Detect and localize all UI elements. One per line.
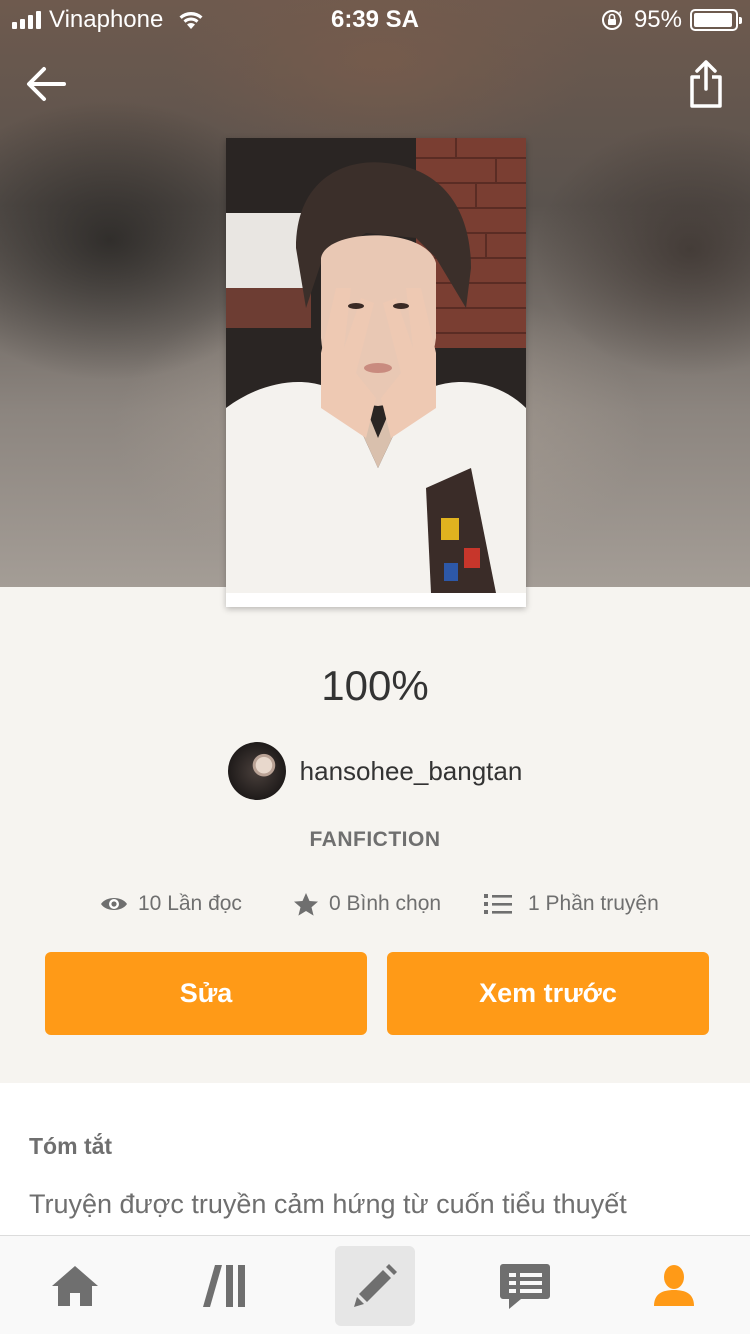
votes-stat: 0 Bình chọn	[293, 888, 441, 920]
reads-count: 10 Lần đọc	[138, 892, 242, 915]
tab-write[interactable]	[335, 1246, 415, 1326]
tab-messages[interactable]	[485, 1246, 565, 1326]
signal-icon	[12, 11, 41, 29]
back-button[interactable]	[18, 56, 74, 112]
carrier-name: Vinaphone	[49, 6, 164, 33]
reads-stat: 10 Lần đọc	[100, 888, 242, 920]
story-stats: 10 Lần đọc 0 Bình chọn 1 Phần truyện	[100, 888, 700, 920]
tab-library[interactable]	[186, 1246, 266, 1326]
star-icon	[294, 892, 318, 916]
votes-count: 0 Bình chọn	[329, 892, 442, 915]
battery-icon	[690, 9, 742, 31]
preview-button[interactable]: Xem trước	[387, 952, 709, 1035]
messages-icon	[500, 1264, 550, 1309]
tab-profile[interactable]	[634, 1246, 714, 1326]
summary-section: Tóm tắt Truyện được truyền cảm hứng từ c…	[0, 1083, 750, 1243]
edit-button[interactable]: Sửa	[45, 952, 367, 1035]
tab-bar	[0, 1235, 750, 1334]
library-icon	[203, 1265, 245, 1307]
parts-stat: 1 Phần truyện	[484, 888, 659, 920]
tab-home[interactable]	[35, 1246, 115, 1326]
avatar[interactable]	[227, 742, 286, 800]
wifi-icon	[179, 12, 203, 29]
author-row[interactable]: hansohee_bangtan	[0, 742, 750, 800]
write-icon	[354, 1264, 397, 1307]
story-title: 100%	[321, 662, 429, 709]
summary-text[interactable]: Truyện được truyền cảm hứng từ cuốn tiểu…	[29, 1183, 729, 1225]
home-icon	[52, 1266, 98, 1306]
profile-icon	[654, 1265, 694, 1306]
eye-icon	[101, 898, 127, 910]
summary-heading: Tóm tắt	[29, 1133, 113, 1159]
status-bar: Vinaphone 6:39 SA 95%	[0, 0, 750, 40]
list-icon	[484, 894, 512, 914]
story-cover[interactable]	[226, 138, 526, 607]
author-name[interactable]: hansohee_bangtan	[300, 756, 523, 787]
share-icon	[690, 60, 722, 108]
arrow-left-icon	[27, 67, 66, 101]
story-category[interactable]: FANFICTION	[0, 828, 750, 852]
share-button[interactable]	[678, 56, 734, 112]
cover-image	[226, 138, 526, 593]
parts-count: 1 Phần truyện	[528, 892, 659, 915]
battery-percent: 95%	[633, 6, 682, 33]
rotation-lock-icon	[601, 10, 622, 30]
